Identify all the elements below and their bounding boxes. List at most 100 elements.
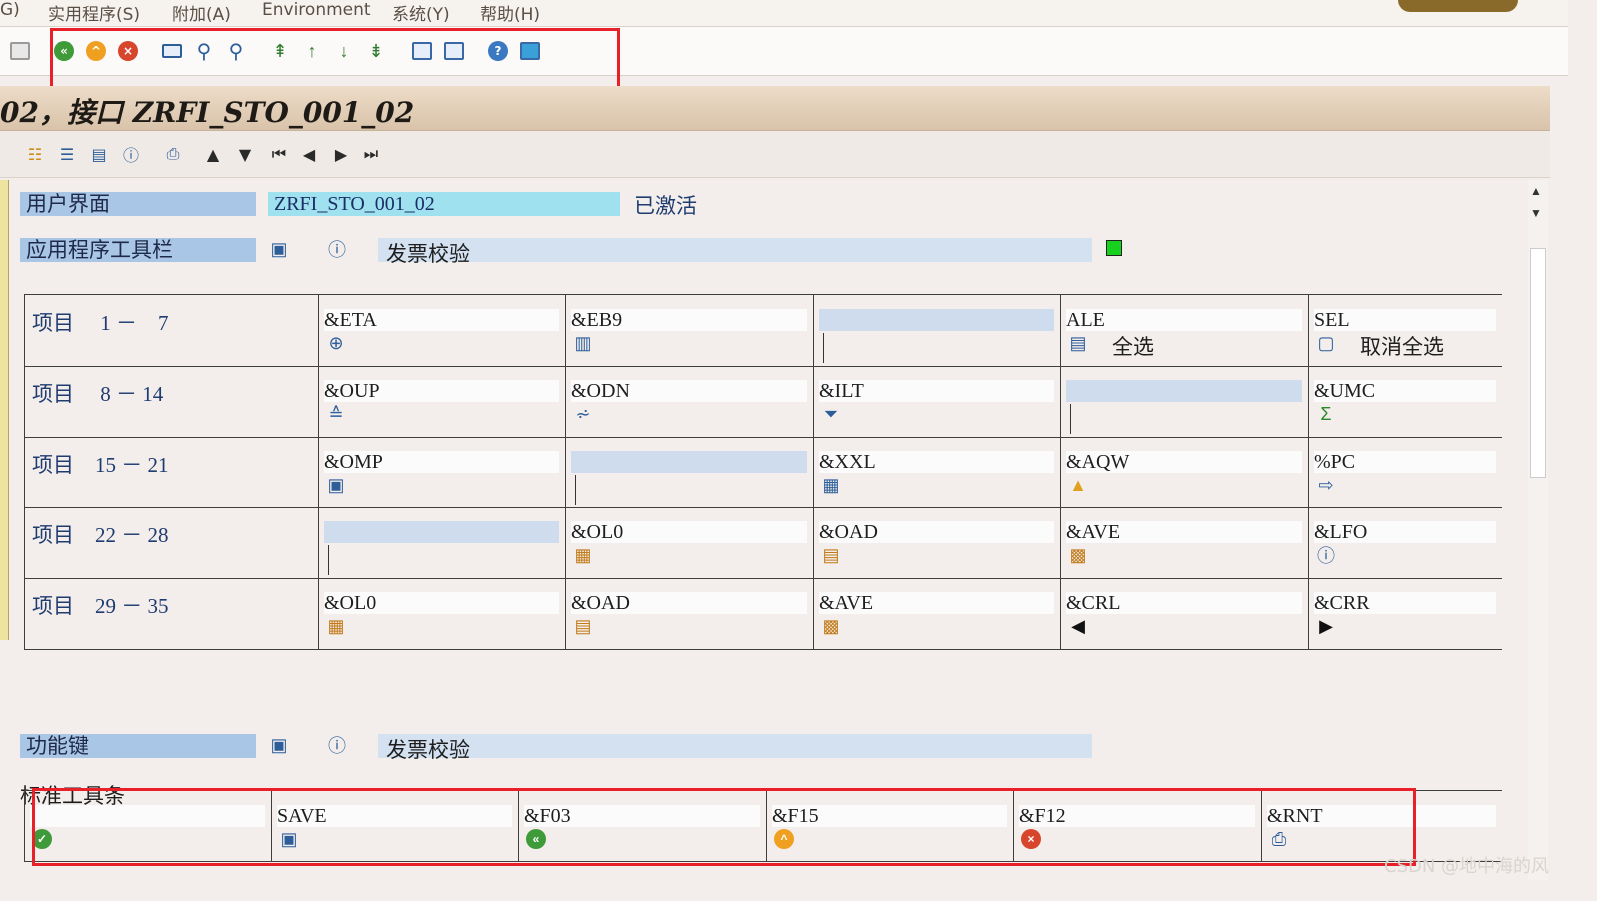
function-cell[interactable]: &AVE ▩ [1060,507,1308,578]
column-divider [1308,295,1309,649]
menu-system[interactable]: 系统(Y) [392,0,450,25]
choose-layout-icon: ▤ [822,544,840,565]
function-code[interactable]: &AQW [1066,451,1302,473]
hierarchy-icon[interactable]: ☷ [24,143,46,165]
left-edge-strip [0,180,9,640]
save-layout-icon: ▩ [1069,544,1087,565]
prev-icon[interactable]: ◀ [298,143,320,165]
function-code[interactable]: SEL [1314,309,1496,331]
function-code[interactable]: &CRR [1314,592,1496,614]
empty-function-field[interactable] [571,451,807,473]
function-code[interactable]: &ETA [324,309,559,331]
function-code[interactable]: &AVE [819,592,1054,614]
function-code[interactable]: &ILT [819,380,1054,402]
function-code[interactable]: &OAD [819,521,1054,543]
text-cursor [1070,404,1071,434]
function-code[interactable]: &EB9 [571,309,807,331]
function-cell[interactable]: &OAD ▤ [565,578,813,649]
column-divider [565,295,566,649]
grid-left-border [24,295,25,649]
interface-name-field[interactable]: ZRFI_STO_001_02 [268,192,620,216]
function-text: 全选 [1112,335,1154,359]
deselect-all-icon: ▢ [1317,332,1335,353]
function-cell[interactable]: &OL0 ▦ [565,507,813,578]
function-cell[interactable] [318,507,565,578]
next-icon[interactable]: ▶ [330,143,352,165]
menu-extras[interactable]: 附加(A) [172,0,231,25]
menu-environment[interactable]: Environment [262,0,371,20]
menu-bar: G) 实用程序(S) 附加(A) Environment 系统(Y) 帮助(H) [0,0,1568,27]
info-icon[interactable]: ⓘ [120,143,142,165]
function-cell[interactable]: &XXL ▦ [813,437,1060,508]
info-icon[interactable]: ⓘ [326,734,348,756]
arrow-down-icon[interactable]: ▼ [234,143,256,165]
empty-function-field[interactable] [819,309,1054,331]
function-cell[interactable]: &AQW ▲ [1060,437,1308,508]
function-cell[interactable]: %PC ⇨ [1308,437,1502,508]
function-code[interactable]: &OMP [324,451,559,473]
vertical-scrollbar[interactable]: ▲ ▼ [1528,180,1548,880]
function-keys-label: 功能键 [20,734,256,758]
first-icon[interactable]: ⏮ [268,143,290,165]
function-code[interactable]: &CRL [1066,592,1302,614]
function-code[interactable]: &AVE [1066,521,1302,543]
text-cursor [328,545,329,575]
function-cell[interactable] [565,437,813,508]
change-text-icon[interactable]: ▣ [268,238,290,260]
word-icon: ▲ [1069,474,1087,495]
last-icon[interactable]: ⏭ [360,143,382,165]
menu-goto[interactable]: G) [0,0,20,20]
table-icon[interactable]: ▤ [88,143,110,165]
function-cell[interactable]: &LFO ⓘ [1308,507,1502,578]
function-cell[interactable]: ALE ▤ 全选 [1060,295,1308,366]
function-code[interactable]: &UMC [1314,380,1496,402]
function-cell[interactable] [813,295,1060,366]
function-keys-description: 发票校验 [386,738,470,762]
function-cell[interactable]: &CRR ▶ [1308,578,1502,649]
function-cell[interactable]: &EB9 ▥ [565,295,813,366]
app-toolbar-description-field[interactable]: 发票校验 [378,238,1092,266]
align-icon[interactable]: ☰ [56,143,78,165]
info-icon[interactable]: ⓘ [326,238,348,260]
function-code[interactable]: &OAD [571,592,807,614]
function-code[interactable]: ALE [1066,309,1302,331]
function-cell[interactable]: &CRL ◀ [1060,578,1308,649]
function-code[interactable]: &OUP [324,380,559,402]
empty-function-field[interactable] [1066,380,1302,402]
text-cursor [575,475,576,505]
function-cell[interactable]: &ODN ⩫ [565,366,813,437]
row-label: 项目 29 － 35 [32,594,169,618]
function-code[interactable]: &ODN [571,380,807,402]
empty-function-field[interactable] [324,521,559,543]
save-icon[interactable] [8,39,32,63]
function-cell[interactable]: &OUP ≙ [318,366,565,437]
function-cell[interactable]: &UMC Σ [1308,366,1502,437]
function-cell[interactable]: &ETA ⊕ [318,295,565,366]
function-code[interactable]: &LFO [1314,521,1496,543]
menu-help[interactable]: 帮助(H) [480,0,540,25]
scroll-thumb[interactable] [1530,248,1546,478]
menu-utilities[interactable]: 实用程序(S) [48,0,140,25]
function-cell[interactable]: &OAD ▤ [813,507,1060,578]
change-text-icon[interactable]: ▣ [268,734,290,756]
arrow-up-icon[interactable]: ▲ [202,143,224,165]
print-icon[interactable]: ⎙ [162,143,184,165]
chart-icon: ▥ [574,332,592,353]
function-code[interactable]: &OL0 [324,592,559,614]
function-cell[interactable]: &AVE ▩ [813,578,1060,649]
function-cell[interactable] [1060,366,1308,437]
function-cell[interactable]: &OMP ▣ [318,437,565,508]
function-cell[interactable]: SEL ▢ 取消全选 [1308,295,1502,366]
function-cell[interactable]: &ILT ⏷ [813,366,1060,437]
row-label: 项目 15 － 21 [32,453,169,477]
scroll-up-icon[interactable]: ▲ [1530,184,1542,198]
layout-grid-icon: ▦ [574,544,592,565]
scroll-down-icon[interactable]: ▼ [1530,206,1542,220]
function-keys-description-field[interactable]: 发票校验 [378,734,1092,762]
function-code[interactable]: &XXL [819,451,1054,473]
info-icon: ⓘ [1317,546,1335,566]
function-cell[interactable]: &OL0 ▦ [318,578,565,649]
function-code[interactable]: &OL0 [571,521,807,543]
function-text: 取消全选 [1360,335,1444,359]
function-code[interactable]: %PC [1314,451,1496,473]
